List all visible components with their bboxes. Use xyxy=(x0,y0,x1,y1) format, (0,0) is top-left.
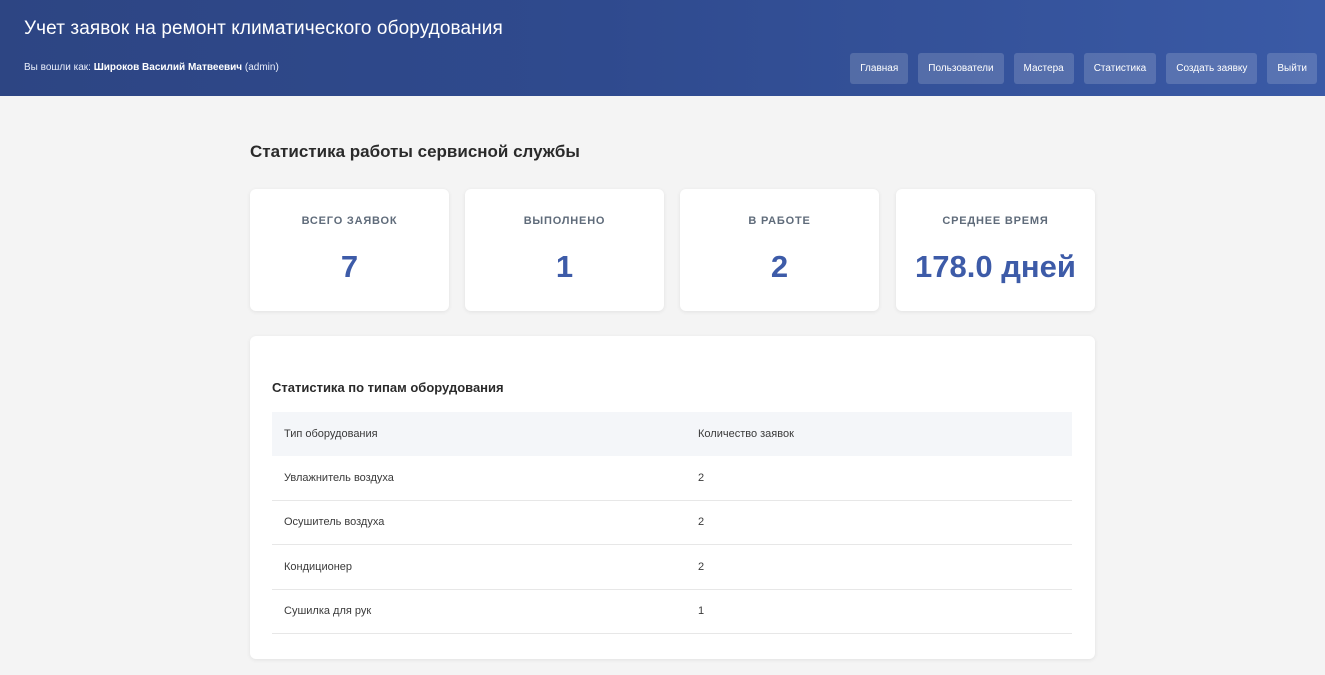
table-row: Кондиционер 2 xyxy=(272,545,1072,590)
nav-create-request-button[interactable]: Создать заявку xyxy=(1166,53,1258,84)
stat-value: 2 xyxy=(770,249,789,284)
main-nav: Главная Пользователи Мастера Статистика … xyxy=(850,53,1317,84)
column-header-type: Тип оборудования xyxy=(284,428,378,440)
cell-equipment-type: Сушилка для рук xyxy=(284,605,372,618)
table-header: Тип оборудования Количество заявок xyxy=(272,412,1072,456)
user-name: Широков Василий Матвеевич xyxy=(93,62,243,73)
table-row: Осушитель воздуха 2 xyxy=(272,501,1072,545)
stat-value: 7 xyxy=(340,249,359,284)
nav-statistics-button[interactable]: Статистика xyxy=(1083,53,1157,84)
table-row: Сушилка для рук 1 xyxy=(272,590,1072,634)
stat-value: 1 xyxy=(555,249,574,284)
cell-request-count: 1 xyxy=(698,605,705,618)
logged-in-user: Вы вошли как: Широков Василий Матвеевич … xyxy=(24,62,279,73)
stat-label: В РАБОТЕ xyxy=(748,215,811,227)
cell-equipment-type: Увлажнитель воздуха xyxy=(284,471,394,484)
app-title: Учет заявок на ремонт климатического обо… xyxy=(24,18,503,39)
stat-label: ВСЕГО ЗАЯВОК xyxy=(301,215,398,227)
stat-label: СРЕДНЕЕ ВРЕМЯ xyxy=(942,215,1049,227)
cell-request-count: 2 xyxy=(698,560,705,573)
cell-equipment-type: Осушитель воздуха xyxy=(284,516,385,529)
equipment-stats-title: Статистика по типам оборудования xyxy=(272,380,504,395)
table-row: Увлажнитель воздуха 2 xyxy=(272,456,1072,501)
cell-request-count: 2 xyxy=(698,516,705,529)
page-title: Статистика работы сервисной службы xyxy=(250,142,580,161)
column-header-count: Количество заявок xyxy=(698,428,794,440)
stat-value: 178.0 дней xyxy=(915,249,1076,284)
stat-label: ВЫПОЛНЕНО xyxy=(523,215,606,227)
nav-home-button[interactable]: Главная xyxy=(850,53,909,84)
equipment-stats-card: Статистика по типам оборудования Тип обо… xyxy=(250,336,1095,659)
stat-card-completed: ВЫПОЛНЕНО 1 xyxy=(465,189,664,311)
cell-request-count: 2 xyxy=(698,471,705,484)
nav-masters-button[interactable]: Мастера xyxy=(1013,53,1074,84)
stat-card-average-time: СРЕДНЕЕ ВРЕМЯ 178.0 дней xyxy=(896,189,1095,311)
logout-button[interactable]: Выйти xyxy=(1267,53,1317,84)
stat-card-in-progress: В РАБОТЕ 2 xyxy=(680,189,879,311)
nav-users-button[interactable]: Пользователи xyxy=(918,53,1004,84)
cell-equipment-type: Кондиционер xyxy=(284,560,353,573)
equipment-stats-table: Тип оборудования Количество заявок Увлаж… xyxy=(272,412,1072,634)
user-role: (admin) xyxy=(244,62,279,73)
stat-card-total: ВСЕГО ЗАЯВОК 7 xyxy=(250,189,449,311)
app-header: Учет заявок на ремонт климатического обо… xyxy=(0,0,1325,96)
user-prefix: Вы вошли как: xyxy=(24,62,91,73)
